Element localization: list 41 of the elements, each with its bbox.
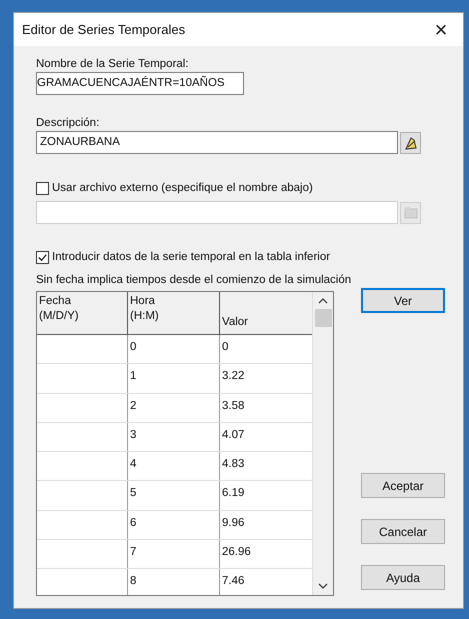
name-field[interactable]: GRAMACUENCAJAÉNTR=10AÑOS — [36, 72, 244, 95]
table-cell-text: 6.19 — [221, 486, 246, 502]
table-cell-text: 3.22 — [221, 369, 246, 384]
checkbox[interactable] — [36, 182, 49, 194]
table-cell: 4 — [128, 452, 220, 480]
table-cell: 2 — [128, 394, 220, 422]
browse-button[interactable] — [400, 202, 421, 224]
table-cell-text: 3.58 — [221, 398, 246, 414]
table-cell-text: 4.07 — [221, 428, 246, 443]
scrollbar[interactable] — [312, 292, 333, 595]
table-cell: 8 — [128, 569, 220, 595]
table-cell: 1 — [128, 364, 220, 393]
table-cell: 0 — [128, 335, 220, 364]
note-text: Sin fecha implica tiempos desde el comienzo de la simulación — [36, 273, 352, 288]
folder-icon — [402, 204, 419, 220]
description-field[interactable]: ZONAURBANA — [36, 131, 398, 154]
dialog-button[interactable]: Aceptar — [361, 473, 445, 498]
field-label: Descripción: — [36, 116, 100, 131]
table-cell-text: 9.96 — [221, 516, 246, 531]
table-cell-text: 7.46 — [221, 574, 246, 590]
table-cell: 5 — [128, 481, 220, 510]
dialog-button[interactable]: Ayuda — [361, 565, 445, 590]
dialog-button[interactable]: Cancelar — [361, 519, 445, 544]
checkbox-label: Usar archivo externo (especifique el nombre abajo) — [52, 182, 313, 194]
field-label: Nombre de la Serie Temporal: — [36, 57, 190, 72]
checkbox-label: Introducir datos de la serie temporal en la tabla inferior — [52, 251, 330, 263]
table-cell: 6 — [128, 510, 220, 540]
scroll-thumb[interactable] — [314, 309, 332, 327]
dialog-button[interactable]: Ver — [361, 288, 445, 313]
table-cell-text: 4.83 — [221, 457, 246, 472]
column-header: Valor — [222, 315, 249, 330]
table-cell-text: 0 — [221, 340, 230, 355]
table-cell-text: 26.96 — [221, 545, 252, 560]
window-title: Editor de Series Temporales — [22, 22, 186, 37]
checkbox[interactable] — [36, 250, 49, 264]
table-cell: 3 — [128, 422, 220, 452]
table-cell: 7 — [128, 540, 220, 568]
column-header: Hora (H:M) — [130, 294, 160, 324]
close-button[interactable]: × — [419, 13, 463, 46]
edit-button[interactable] — [400, 132, 421, 154]
column-header: Fecha (M/D/Y) — [39, 294, 80, 324]
